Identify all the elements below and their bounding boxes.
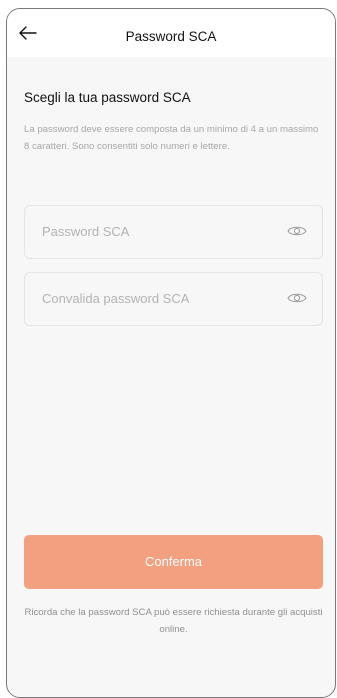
confirm-password-placeholder: Convalida password SCA — [42, 291, 190, 306]
phone-screen: Password SCA Scegli la tua password SCA … — [6, 8, 336, 698]
helper-text: La password deve essere composta da un m… — [24, 124, 319, 152]
footer-note: Ricorda che la password SCA può essere r… — [24, 607, 323, 635]
page-title: Password SCA — [125, 29, 217, 44]
confirm-password-field[interactable]: Convalida password SCA — [24, 272, 323, 326]
section-heading: Scegli la tua password SCA — [24, 90, 191, 105]
eye-icon[interactable] — [287, 291, 307, 305]
password-placeholder: Password SCA — [42, 224, 130, 239]
app-bar: Password SCA — [7, 9, 335, 57]
eye-icon[interactable] — [287, 224, 307, 238]
confirm-button[interactable]: Conferma — [24, 535, 323, 589]
password-field[interactable]: Password SCA — [24, 205, 323, 259]
